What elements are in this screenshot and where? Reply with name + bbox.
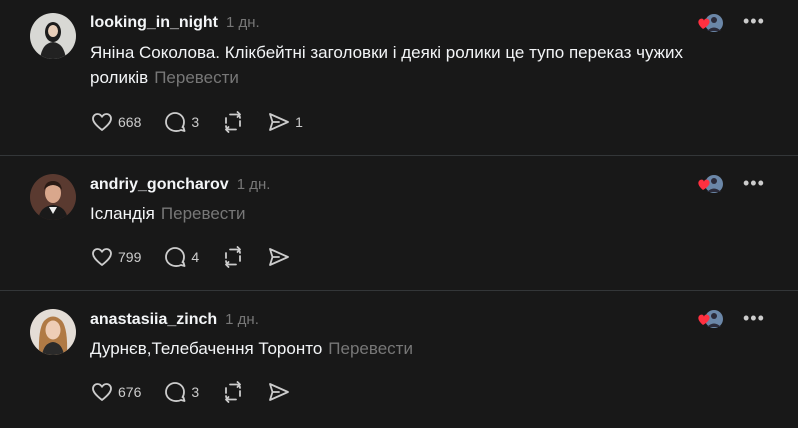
- repost-button[interactable]: [221, 380, 245, 404]
- comment-icon: [165, 382, 186, 402]
- liked-by-author-badge: [696, 11, 726, 37]
- comment-icon: [165, 112, 186, 132]
- translate-link[interactable]: Перевести: [154, 68, 239, 87]
- post-time: 1 дн.: [236, 176, 271, 193]
- reply-count: 3: [191, 384, 200, 400]
- post-1: looking_in_night 1 дн. ••• Яніна Соколова…: [0, 0, 798, 155]
- more-options-icon[interactable]: •••: [743, 12, 769, 33]
- comment-icon: [165, 247, 186, 267]
- share-icon: [269, 113, 290, 131]
- replies-feed: looking_in_night 1 дн. ••• Яніна Соколова…: [0, 0, 798, 428]
- post-text: Дурнєв,Телебачення Торонто Перевести: [90, 336, 770, 361]
- username[interactable]: looking_in_night 1 дн.: [90, 14, 260, 32]
- reply-button[interactable]: 4: [163, 245, 199, 269]
- repost-icon: [225, 246, 242, 268]
- post-text: Ісландія Перевести: [90, 201, 770, 226]
- post-actions: 676 3: [90, 380, 313, 404]
- reply-button[interactable]: 3: [163, 380, 199, 404]
- like-button[interactable]: 676: [90, 380, 141, 404]
- repost-button[interactable]: [221, 110, 245, 134]
- username[interactable]: andriy_goncharov 1 дн.: [90, 176, 270, 194]
- post-3: anastasiia_zinch 1 дн. ••• Дурнєв,Телебач…: [0, 291, 798, 428]
- translate-link[interactable]: Перевести: [328, 339, 413, 358]
- like-count: 668: [118, 114, 142, 130]
- reply-count: 3: [191, 114, 200, 130]
- post-text: Яніна Соколова. Клікбейтні заголовки і д…: [90, 40, 770, 90]
- like-button[interactable]: 799: [90, 245, 141, 269]
- post-time: 1 дн.: [225, 311, 259, 328]
- share-button[interactable]: [267, 245, 291, 269]
- share-icon: [269, 248, 290, 266]
- liked-by-author-badge: [696, 172, 726, 198]
- repost-icon: [225, 381, 242, 403]
- more-options-icon[interactable]: •••: [743, 309, 769, 330]
- username-text[interactable]: anastasiia_zinch: [90, 311, 217, 328]
- share-icon: [269, 383, 290, 401]
- liked-by-author-badge: [696, 307, 726, 333]
- heart-icon: [92, 383, 112, 401]
- post-actions: 668 3 1: [90, 110, 325, 134]
- reply-button[interactable]: 3: [163, 110, 199, 134]
- like-count: 799: [118, 249, 142, 265]
- like-button[interactable]: 668: [90, 110, 141, 134]
- post-2: andriy_goncharov 1 дн. ••• Ісландія Переве…: [0, 156, 798, 290]
- post-body: Ісландія: [90, 204, 155, 223]
- like-count: 676: [118, 384, 142, 400]
- repost-button[interactable]: [221, 245, 245, 269]
- share-button[interactable]: [267, 380, 291, 404]
- share-count: 1: [295, 114, 303, 130]
- username-text[interactable]: looking_in_night: [90, 14, 218, 31]
- reply-count: 4: [191, 249, 200, 265]
- username[interactable]: anastasiia_zinch 1 дн.: [90, 311, 259, 329]
- avatar[interactable]: [30, 13, 76, 59]
- heart-icon: [92, 113, 112, 131]
- translate-link[interactable]: Перевести: [161, 204, 246, 223]
- heart-icon: [92, 248, 112, 266]
- avatar[interactable]: [30, 309, 76, 355]
- username-text[interactable]: andriy_goncharov: [90, 176, 229, 193]
- more-options-icon[interactable]: •••: [743, 174, 769, 195]
- post-time: 1 дн.: [226, 14, 260, 31]
- share-button[interactable]: 1: [267, 110, 303, 134]
- repost-icon: [225, 111, 242, 133]
- post-actions: 799 4: [90, 245, 313, 269]
- avatar[interactable]: [30, 174, 76, 220]
- post-body: Дурнєв,Телебачення Торонто: [90, 339, 323, 358]
